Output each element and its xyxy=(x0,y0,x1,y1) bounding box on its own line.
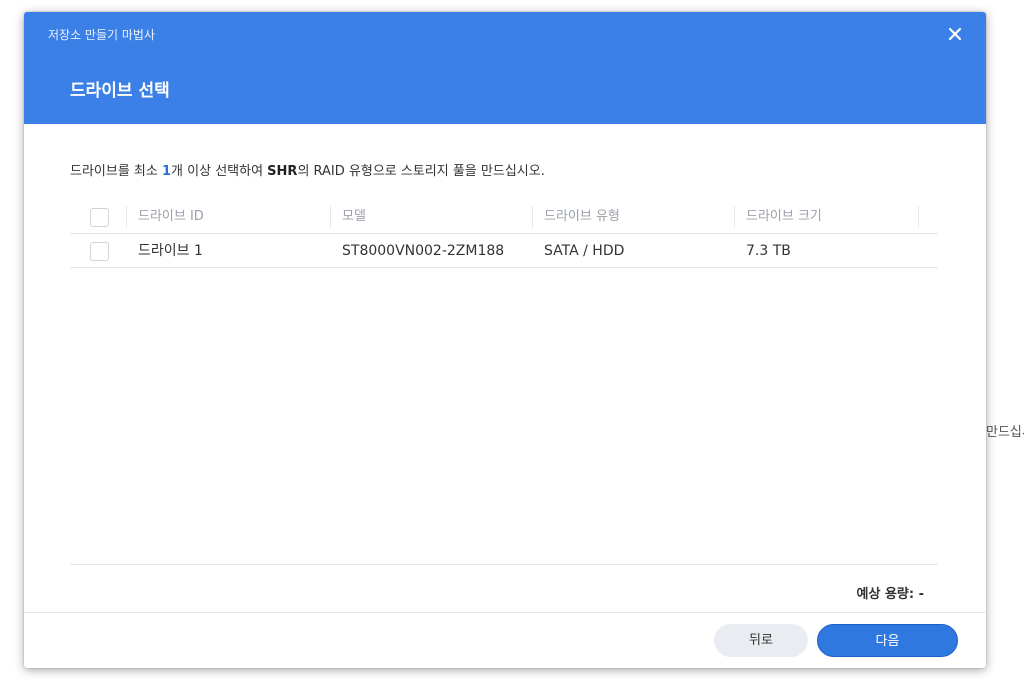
table-row[interactable]: 드라이브 1 ST8000VN002-2ZM188 SATA / HDD 7.3… xyxy=(70,234,938,268)
drive-model-cell: ST8000VN002-2ZM188 xyxy=(342,243,505,259)
close-button[interactable] xyxy=(946,24,964,44)
column-separator xyxy=(918,206,919,228)
drive-table: 드라이브 ID 모델 드라이브 유형 드라이브 크기 드라이브 1 ST8000… xyxy=(70,200,938,268)
instruction-raid-type: SHR xyxy=(267,164,298,179)
instruction-min-count: 1 xyxy=(162,164,172,179)
instruction-suffix: 의 RAID 유형으로 스토리지 풀을 만드십시오. xyxy=(297,164,545,179)
column-header-drive-size[interactable]: 드라이브 크기 xyxy=(746,200,822,234)
column-separator xyxy=(126,206,127,228)
drive-size-cell: 7.3 TB xyxy=(746,243,791,259)
drive-row-checkbox[interactable] xyxy=(90,242,109,261)
background-text-fragment: 만드십시오 xyxy=(986,425,1024,440)
button-bar-divider xyxy=(24,612,986,613)
select-all-checkbox[interactable] xyxy=(90,208,109,227)
wizard-title: 저장소 만들기 마법사 xyxy=(48,28,155,42)
step-title: 드라이브 선택 xyxy=(70,81,170,101)
create-storage-wizard-dialog: 저장소 만들기 마법사 드라이브 선택 드라이브를 최소 1개 이상 선택하여 … xyxy=(24,12,986,668)
drive-type-cell: SATA / HDD xyxy=(544,243,625,259)
estimated-capacity: 예상 용량: - xyxy=(856,587,925,602)
column-separator xyxy=(734,206,735,228)
column-header-drive-type[interactable]: 드라이브 유형 xyxy=(544,200,620,234)
dialog-header: 저장소 만들기 마법사 드라이브 선택 xyxy=(24,12,986,124)
back-button[interactable]: 뒤로 xyxy=(714,624,808,657)
drive-id-cell: 드라이브 1 xyxy=(138,243,203,259)
column-header-drive-id[interactable]: 드라이브 ID xyxy=(138,200,204,234)
column-separator xyxy=(330,206,331,228)
column-header-model[interactable]: 모델 xyxy=(342,200,366,234)
close-icon xyxy=(948,27,962,41)
column-separator xyxy=(532,206,533,228)
instruction-text: 드라이브를 최소 1개 이상 선택하여 SHR의 RAID 유형으로 스토리지 … xyxy=(70,160,545,179)
table-footer-divider xyxy=(70,564,938,565)
instruction-prefix: 드라이브를 최소 xyxy=(70,164,162,179)
next-button[interactable]: 다음 xyxy=(817,624,958,657)
table-header-row: 드라이브 ID 모델 드라이브 유형 드라이브 크기 xyxy=(70,200,938,234)
instruction-mid: 개 이상 선택하여 xyxy=(171,164,268,179)
